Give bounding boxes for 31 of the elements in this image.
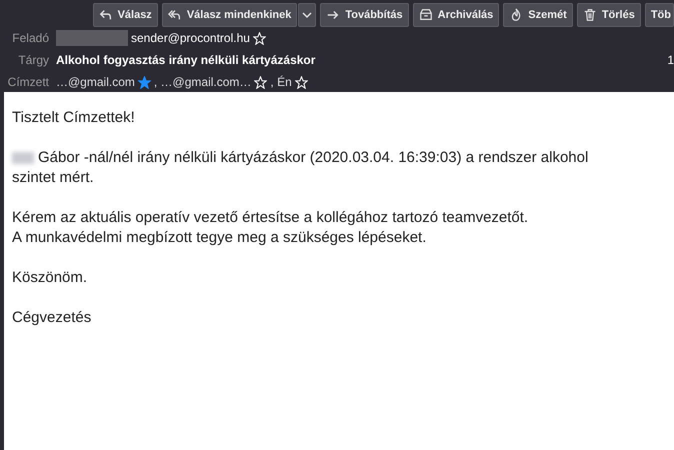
- archive-icon: [418, 8, 433, 22]
- reply-all-icon: [168, 8, 182, 22]
- subject-text: Alkohol fogyasztás irány nélküli kártyázáskor: [56, 53, 316, 67]
- recipient[interactable]: …@gmail.com: [56, 75, 135, 89]
- reply-icon: [98, 8, 113, 22]
- dropdown-button[interactable]: [298, 3, 316, 27]
- redacted-block: [56, 30, 128, 46]
- body-text: Cégvezetés: [12, 308, 92, 328]
- toolbar-button[interactable]: Töb: [644, 3, 674, 27]
- toolbar-button[interactable]: Szemét: [503, 3, 573, 27]
- field-label: Tárgy: [17, 53, 49, 67]
- field-label: Feladó: [11, 31, 49, 45]
- body-text: Gábor -nál/nél irány nélküli kártyázáskor (2020.03.04. 16:39:03) a rendszer alkohol szintet mért.: [12, 148, 590, 188]
- date-text: 1: [667, 53, 674, 67]
- chevron-down-icon: [302, 10, 312, 20]
- forward-icon: [326, 8, 340, 22]
- toolbar-button[interactable]: Továbbítás: [320, 3, 409, 27]
- trash-icon: [582, 8, 597, 22]
- body-text: Köszönöm.: [12, 268, 88, 288]
- toolbar-button[interactable]: Válasz: [92, 3, 158, 27]
- recipient[interactable]: , Én: [270, 75, 292, 89]
- body-text: Tisztelt Címzettek!: [12, 108, 136, 128]
- star-icon[interactable]: [138, 76, 151, 88]
- toolbar-button[interactable]: Archiválás: [412, 3, 500, 27]
- sender-email[interactable]: sender@procontrol.hu: [131, 31, 250, 45]
- body-text: Kérem az aktuális operatív vezető értesítse a kollégához tartozó teamvezetőt.: [12, 208, 530, 228]
- toolbar-button[interactable]: Törlés: [576, 3, 641, 27]
- toolbar-button[interactable]: Válasz mindenkinek: [162, 3, 298, 27]
- body-text: A munkavédelmi megbízott tegye meg a szükséges lépéseket.: [12, 228, 428, 248]
- recipient[interactable]: , …@gmail.com…: [154, 75, 252, 89]
- field-label: Címzett: [6, 75, 49, 89]
